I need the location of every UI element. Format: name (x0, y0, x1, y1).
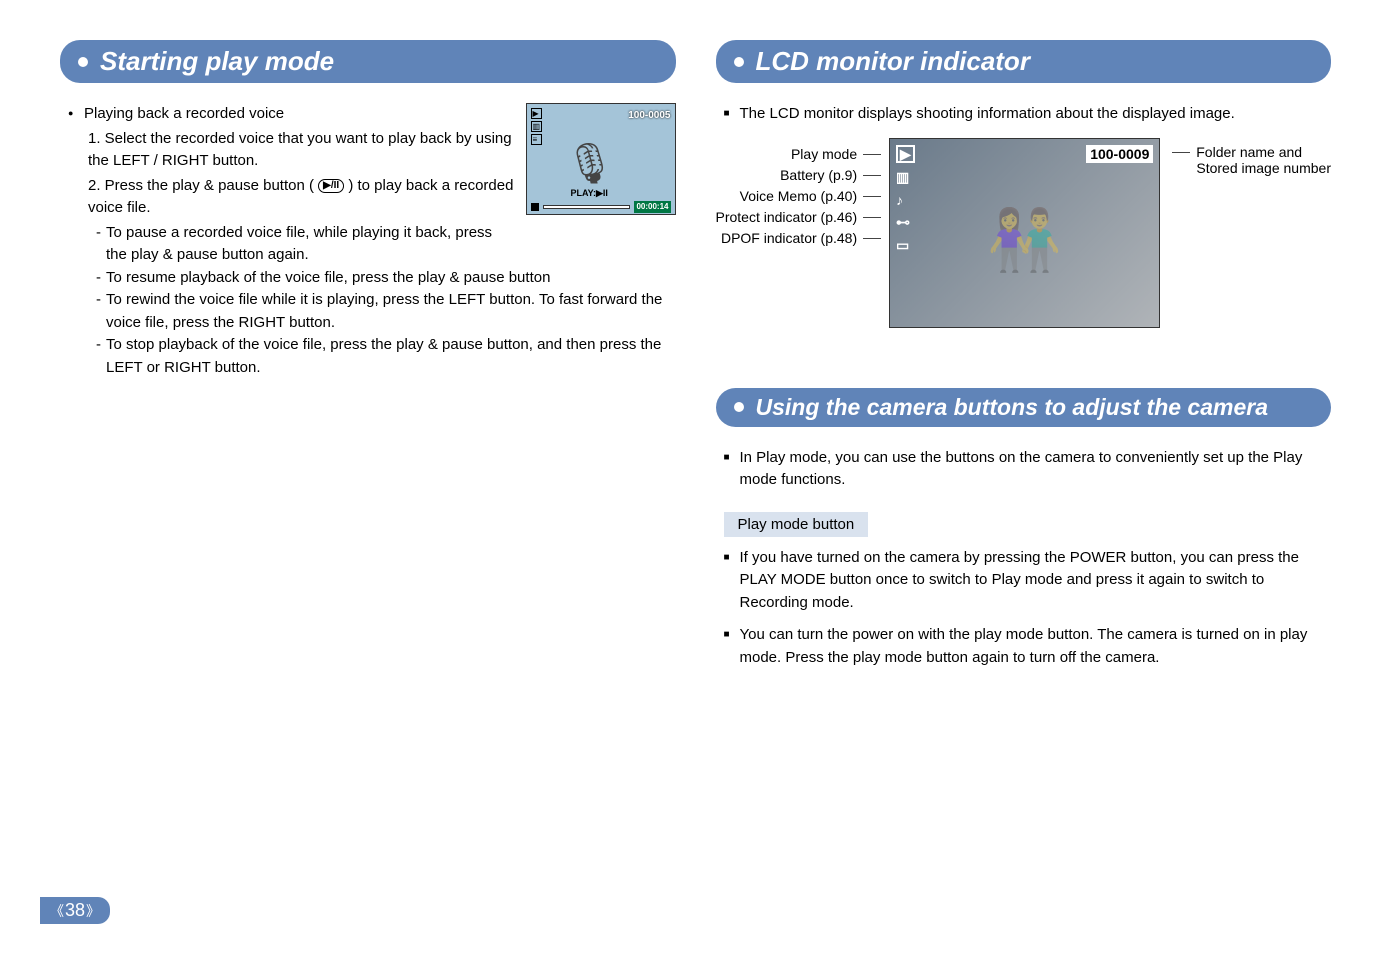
voice-memo-icon: ♪ (896, 192, 915, 208)
progress-track (543, 205, 631, 209)
stop-icon (531, 203, 539, 211)
dash-icon: - (96, 267, 106, 290)
lcd-right-label: Folder name and Stored image number (1170, 138, 1331, 176)
section-title-left: Starting play mode (60, 40, 676, 83)
para-1: If you have turned on the camera by pres… (740, 547, 1332, 615)
lcd-intro: The LCD monitor displays shooting inform… (740, 103, 1235, 126)
bullet-text: Playing back a recorded voice (84, 103, 284, 126)
microphone-icon: 🎙 (565, 134, 616, 194)
section-title-lcd: LCD monitor indicator (716, 40, 1332, 83)
sub-2: To resume playback of the voice file, pr… (106, 267, 550, 290)
dash-icon: - (96, 334, 106, 379)
sample-photo: 👫 (987, 204, 1062, 275)
play-mode-icon: ▶ (531, 108, 543, 119)
buttons-intro: In Play mode, you can use the buttons on… (740, 447, 1332, 492)
para-2: You can turn the power on with the play … (740, 624, 1332, 669)
folder-number-small: 100-0005 (628, 108, 670, 123)
section-title-buttons: Using the camera buttons to adjust the c… (716, 388, 1332, 427)
dpof-icon: ▭ (896, 237, 915, 254)
elapsed-time: 00:00:14 (634, 201, 670, 213)
lcd-left-labels: Play mode Battery (p.9) Voice Memo (p.40… (716, 138, 884, 249)
voice-playback-screenshot: ▶ ▥ ≡ 100-0005 🎙 PLAY:▶II 00:00:14 (526, 103, 676, 215)
sub-3: To rewind the voice file while it is pla… (106, 289, 676, 334)
dash-icon: - (96, 289, 106, 334)
protect-icon: ⊷ (896, 214, 915, 231)
square-bullet-icon (724, 447, 740, 492)
square-bullet-icon (724, 547, 740, 615)
folder-number-badge: 100-0009 (1086, 145, 1153, 163)
memo-icon: ≡ (531, 134, 543, 145)
square-bullet-icon (724, 103, 740, 126)
sub-1: To pause a recorded voice file, while pl… (106, 222, 516, 267)
page-number: 38 (40, 897, 110, 924)
bullet-icon (68, 103, 84, 126)
lcd-preview-image: ▶ ▥ ♪ ⊷ ▭ 100-0009 👫 (889, 138, 1160, 328)
play-pause-icon: ▶/II (318, 179, 344, 193)
dash-icon: - (96, 222, 106, 267)
battery-icon: ▥ (531, 121, 543, 132)
subhead-play-mode-button: Play mode button (724, 512, 869, 537)
sub-4: To stop playback of the voice file, pres… (106, 334, 676, 379)
square-bullet-icon (724, 624, 740, 669)
play-mode-icon: ▶ (896, 145, 915, 163)
battery-icon: ▥ (896, 169, 915, 186)
play-label: PLAY:▶II (571, 187, 608, 201)
